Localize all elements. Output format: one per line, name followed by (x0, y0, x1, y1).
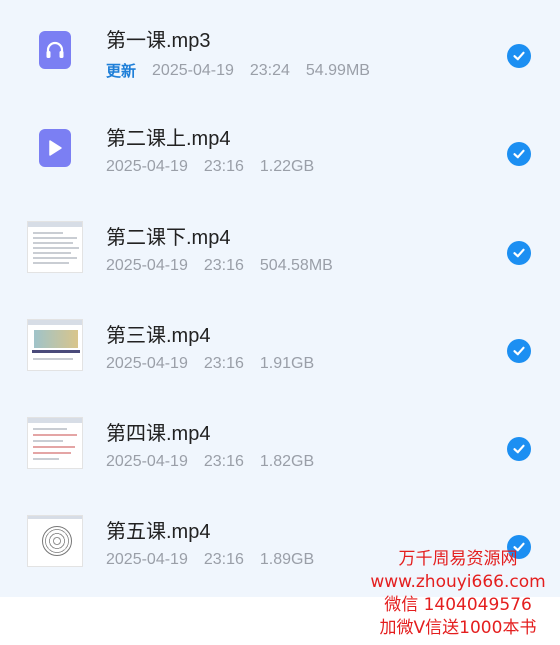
document-preview-image (27, 417, 83, 469)
file-row[interactable]: 第二课下.mp4 2025-04-19 23:16 504.58MB (0, 197, 560, 295)
file-name: 第一课.mp3 (106, 30, 211, 52)
file-date: 2025-04-19 (152, 61, 234, 79)
file-meta: 2025-04-19 23:16 1.82GB (106, 453, 330, 471)
file-size: 1.91GB (259, 355, 315, 372)
file-size: 1.22GB (259, 158, 315, 175)
file-meta: 2025-04-19 23:16 1.89GB (106, 551, 330, 569)
watermark-promo: 加微V信送1000本书 (379, 618, 537, 638)
video-thumbnail (27, 219, 83, 275)
slide-preview-image (27, 319, 83, 371)
file-time: 23:24 (249, 61, 290, 79)
file-size: 1.89GB (259, 551, 315, 568)
watermark-site-name: 万千周易资源网 (398, 549, 518, 569)
file-date: 2025-04-19 (106, 453, 188, 470)
file-meta: 2025-04-19 23:16 1.22GB (106, 158, 330, 176)
selected-check-icon[interactable] (507, 437, 531, 461)
file-time: 23:16 (203, 158, 244, 175)
selected-check-icon[interactable] (507, 241, 531, 265)
file-size: 54.99MB (305, 61, 370, 79)
file-meta: 更新 2025-04-19 23:24 54.99MB (106, 60, 386, 81)
video-thumbnail (27, 415, 83, 471)
file-date: 2025-04-19 (106, 551, 188, 568)
selected-check-icon[interactable] (507, 339, 531, 363)
file-row[interactable]: 第二课上.mp4 2025-04-19 23:16 1.22GB (0, 98, 560, 196)
file-name: 第三课.mp4 (106, 325, 211, 347)
audio-file-icon (39, 31, 71, 69)
selected-check-icon[interactable] (507, 142, 531, 166)
watermark-text: 万千周易资源网 www.zhouyi666.com 微信 1404049576 … (358, 548, 558, 640)
file-thumbnail (27, 120, 83, 176)
file-meta: 2025-04-19 23:16 1.91GB (106, 355, 330, 373)
file-date: 2025-04-19 (106, 158, 188, 175)
video-file-icon (39, 129, 71, 167)
play-icon (49, 140, 62, 156)
file-name: 第四课.mp4 (106, 423, 211, 445)
headphones-icon (46, 41, 64, 58)
video-thumbnail (27, 317, 83, 373)
file-thumbnail (27, 22, 83, 78)
file-meta: 2025-04-19 23:16 504.58MB (106, 257, 349, 275)
document-preview-image (27, 221, 83, 273)
updated-badge: 更新 (106, 63, 137, 80)
file-name: 第五课.mp4 (106, 521, 211, 543)
file-time: 23:16 (203, 551, 244, 568)
file-row[interactable]: 第一课.mp3 更新 2025-04-19 23:24 54.99MB (0, 0, 560, 98)
watermark-wechat: 微信 1404049576 (384, 595, 532, 615)
file-row[interactable]: 第四课.mp4 2025-04-19 23:16 1.82GB (0, 393, 560, 491)
file-name: 第二课下.mp4 (106, 227, 231, 249)
selected-check-icon[interactable] (507, 44, 531, 68)
file-time: 23:16 (203, 355, 244, 372)
file-size: 504.58MB (259, 257, 333, 274)
file-name: 第二课上.mp4 (106, 128, 231, 150)
file-time: 23:16 (203, 257, 244, 274)
file-time: 23:16 (203, 453, 244, 470)
file-date: 2025-04-19 (106, 257, 188, 274)
file-list: 第一课.mp3 更新 2025-04-19 23:24 54.99MB 第二课上… (0, 0, 560, 597)
file-row[interactable]: 第三课.mp4 2025-04-19 23:16 1.91GB (0, 295, 560, 393)
file-size: 1.82GB (259, 453, 315, 470)
video-thumbnail (27, 513, 83, 569)
watermark-url: www.zhouyi666.com (370, 572, 546, 592)
file-date: 2025-04-19 (106, 355, 188, 372)
diagram-preview-image (27, 515, 83, 567)
